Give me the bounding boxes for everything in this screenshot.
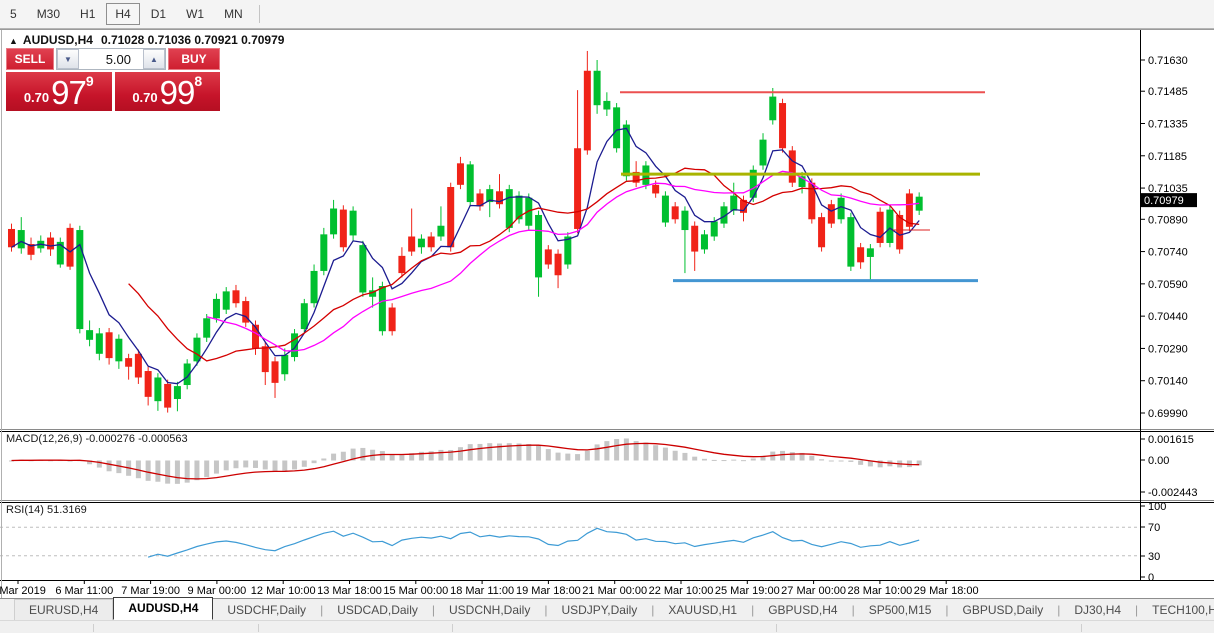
svg-text:6 Mar 11:00: 6 Mar 11:00 bbox=[55, 585, 113, 597]
toolbar-separator bbox=[259, 5, 260, 23]
timeframe-MN[interactable]: MN bbox=[215, 3, 252, 25]
sell-button[interactable]: SELL bbox=[6, 48, 54, 70]
sell-price-prefix: 0.70 bbox=[24, 87, 49, 109]
statusbar-separator bbox=[452, 624, 453, 632]
svg-text:0.69990: 0.69990 bbox=[1148, 408, 1188, 420]
rsi-indicator-label: RSI(14) 51.3169 bbox=[6, 504, 87, 516]
rsi-value: 51.3169 bbox=[47, 504, 87, 516]
chart-tab-GBPUSD-H4[interactable]: GBPUSD,H4 bbox=[754, 600, 851, 620]
chart-tab-EURUSD-H4[interactable]: EURUSD,H4 bbox=[14, 599, 113, 620]
buy-price-button[interactable]: 0.70 99 8 bbox=[115, 72, 221, 111]
svg-text:70: 70 bbox=[1148, 522, 1160, 534]
trading-platform-window: 0.716300.714850.713350.711850.710350.708… bbox=[0, 0, 1214, 633]
statusbar-separator bbox=[258, 624, 259, 632]
timeframe-W1[interactable]: W1 bbox=[177, 3, 213, 25]
timeframe-H4[interactable]: H4 bbox=[106, 3, 139, 25]
svg-text:29 Mar 18:00: 29 Mar 18:00 bbox=[914, 585, 979, 597]
svg-text:9 Mar 00:00: 9 Mar 00:00 bbox=[188, 585, 247, 597]
svg-text:12 Mar 10:00: 12 Mar 10:00 bbox=[251, 585, 316, 597]
chart-title: ▲ AUDUSD,H4 0.71028 0.71036 0.70921 0.7097… bbox=[9, 33, 284, 47]
buy-price-prefix: 0.70 bbox=[132, 87, 157, 109]
macd-indicator-label: MACD(12,26,9) -0.000276 -0.000563 bbox=[6, 433, 188, 445]
volume-stepper: ▼ ▲ bbox=[56, 48, 166, 70]
svg-text:100: 100 bbox=[1148, 501, 1166, 513]
sell-price-main: 97 bbox=[51, 76, 86, 109]
svg-text:0.70979: 0.70979 bbox=[1144, 195, 1184, 207]
chart-tab-TECH100-H1[interactable]: TECH100,H1 bbox=[1138, 600, 1214, 620]
buy-button[interactable]: BUY bbox=[168, 48, 220, 70]
svg-text:0.71335: 0.71335 bbox=[1148, 118, 1188, 130]
chart-tab-SP500-M15[interactable]: SP500,M15 bbox=[855, 600, 946, 620]
svg-text:0: 0 bbox=[1148, 572, 1154, 584]
svg-text:7 Mar 19:00: 7 Mar 19:00 bbox=[121, 585, 180, 597]
timeframe-5[interactable]: 5 bbox=[1, 3, 26, 25]
sell-price-button[interactable]: 0.70 97 9 bbox=[6, 72, 112, 111]
chart-tab-GBPUSD-Daily[interactable]: GBPUSD,Daily bbox=[949, 600, 1058, 620]
svg-text:15 Mar 00:00: 15 Mar 00:00 bbox=[383, 585, 448, 597]
svg-text:0.70890: 0.70890 bbox=[1148, 214, 1188, 226]
chart-tab-USDCHF-Daily[interactable]: USDCHF,Daily bbox=[213, 600, 320, 620]
timeframe-M30[interactable]: M30 bbox=[28, 3, 69, 25]
chart-tab-DJ30-H4[interactable]: DJ30,H4 bbox=[1060, 600, 1135, 620]
chart-tab-USDJPY-Daily[interactable]: USDJPY,Daily bbox=[547, 600, 651, 620]
svg-text:28 Mar 10:00: 28 Mar 10:00 bbox=[847, 585, 912, 597]
one-click-trade-widget: SELL ▼ ▲ BUY 0.70 97 9 0.70 99 8 bbox=[6, 48, 220, 111]
chart-ohlc-values: 0.71028 0.71036 0.70921 0.70979 bbox=[101, 33, 285, 47]
svg-text:22 Mar 10:00: 22 Mar 10:00 bbox=[649, 585, 714, 597]
svg-text:-0.002443: -0.002443 bbox=[1148, 487, 1198, 499]
timeframe-H1[interactable]: H1 bbox=[71, 3, 104, 25]
sell-price-pip: 9 bbox=[86, 73, 94, 89]
buy-price-main: 99 bbox=[160, 76, 195, 109]
timeframe-D1[interactable]: D1 bbox=[142, 3, 175, 25]
svg-text:30: 30 bbox=[1148, 551, 1160, 563]
timeframe-toolbar: 5M30H1H4D1W1MN bbox=[0, 0, 1214, 29]
chart-tabs-bar: EURUSD,H4AUDUSD,H4USDCHF,Daily|USDCAD,Da… bbox=[0, 598, 1214, 620]
svg-text:0.70740: 0.70740 bbox=[1148, 247, 1188, 259]
svg-text:0.70290: 0.70290 bbox=[1148, 343, 1188, 355]
statusbar-separator bbox=[93, 624, 94, 632]
statusbar-separator bbox=[1081, 624, 1082, 632]
svg-text:19 Mar 18:00: 19 Mar 18:00 bbox=[516, 585, 581, 597]
svg-text:0.70590: 0.70590 bbox=[1148, 279, 1188, 291]
trade-panel-toggle-icon[interactable]: ▲ bbox=[9, 36, 18, 46]
svg-text:0.71485: 0.71485 bbox=[1148, 86, 1188, 98]
svg-text:0.70440: 0.70440 bbox=[1148, 311, 1188, 323]
volume-increase-icon[interactable]: ▲ bbox=[143, 49, 165, 69]
svg-text:18 Mar 11:00: 18 Mar 11:00 bbox=[450, 585, 514, 597]
svg-text:21 Mar 00:00: 21 Mar 00:00 bbox=[582, 585, 647, 597]
svg-text:0.001615: 0.001615 bbox=[1148, 434, 1194, 446]
svg-text:0.71185: 0.71185 bbox=[1148, 151, 1187, 163]
svg-text:0.71630: 0.71630 bbox=[1148, 55, 1188, 67]
volume-input[interactable] bbox=[79, 49, 143, 69]
svg-text:0.70140: 0.70140 bbox=[1148, 376, 1188, 388]
svg-text:27 Mar 00:00: 27 Mar 00:00 bbox=[781, 585, 846, 597]
chart-tab-USDCAD-Daily[interactable]: USDCAD,Daily bbox=[323, 600, 432, 620]
svg-text:5 Mar 2019: 5 Mar 2019 bbox=[0, 585, 46, 597]
buy-price-pip: 8 bbox=[194, 73, 202, 89]
macd-values: -0.000276 -0.000563 bbox=[85, 433, 187, 445]
chart-tab-AUDUSD-H4[interactable]: AUDUSD,H4 bbox=[113, 597, 213, 620]
chart-tab-USDCNH-Daily[interactable]: USDCNH,Daily bbox=[435, 600, 544, 620]
volume-decrease-icon[interactable]: ▼ bbox=[57, 49, 79, 69]
statusbar-separator bbox=[776, 624, 777, 632]
svg-text:0.00: 0.00 bbox=[1148, 455, 1169, 467]
chart-tab-XAUUSD-H1[interactable]: XAUUSD,H1 bbox=[654, 600, 751, 620]
svg-text:25 Mar 19:00: 25 Mar 19:00 bbox=[715, 585, 780, 597]
chart-symbol-period: AUDUSD,H4 bbox=[23, 33, 93, 47]
svg-text:13 Mar 18:00: 13 Mar 18:00 bbox=[317, 585, 382, 597]
current-price-tag: 0.70979 bbox=[1140, 193, 1197, 207]
status-bar bbox=[0, 620, 1214, 633]
